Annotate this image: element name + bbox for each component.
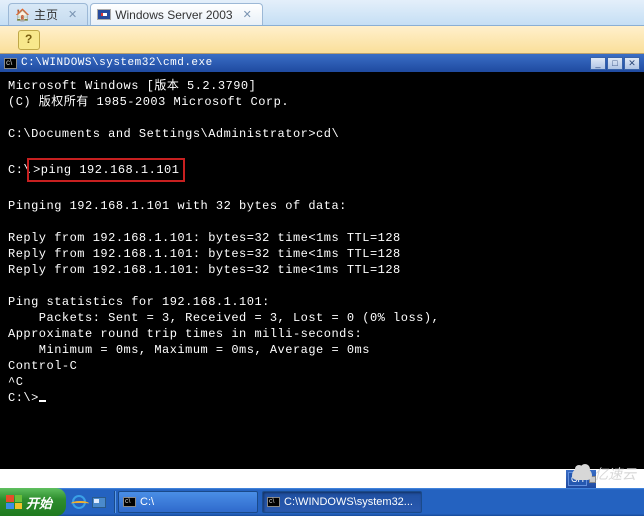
terminal-line: Pinging 192.168.1.101 with 32 bytes of d… (8, 199, 347, 213)
terminal-line: Reply from 192.168.1.101: bytes=32 time<… (8, 263, 401, 277)
help-toolbar (0, 26, 644, 54)
taskbar-separator (114, 491, 116, 513)
close-icon[interactable]: ✕ (243, 8, 252, 21)
windows-logo-icon (6, 495, 22, 509)
terminal-output[interactable]: Microsoft Windows [版本 5.2.3790] (C) 版权所有… (0, 72, 644, 469)
cmd-icon: c\ (123, 497, 136, 507)
cursor-icon (39, 400, 46, 402)
show-desktop-icon (92, 497, 106, 508)
taskbar-item-explorer[interactable]: c\ C:\ (118, 491, 258, 513)
terminal-line: Microsoft Windows [版本 5.2.3790] (8, 79, 256, 93)
watermark-text: 亿速云 (594, 464, 636, 484)
terminal-line: Reply from 192.168.1.101: bytes=32 time<… (8, 231, 401, 245)
window-controls: _ □ ✕ (590, 57, 640, 70)
cmd-title-bar: c\ C:\WINDOWS\system32\cmd.exe _ □ ✕ (0, 54, 644, 72)
start-button[interactable]: 开始 (0, 488, 66, 516)
terminal-prompt: C:\> (8, 391, 39, 405)
terminal-line: (C) 版权所有 1985-2003 Microsoft Corp. (8, 95, 289, 109)
help-icon[interactable] (18, 30, 40, 50)
taskbar-item-label: C:\WINDOWS\system32... (284, 496, 413, 508)
quick-launch (66, 493, 112, 511)
watermark: 亿速云 (572, 464, 636, 484)
taskbar-item-label: C:\ (140, 496, 154, 508)
terminal-line: Packets: Sent = 3, Received = 3, Lost = … (8, 311, 439, 325)
minimize-button[interactable]: _ (590, 57, 606, 70)
terminal-line: Ping statistics for 192.168.1.101: (8, 295, 270, 309)
quick-launch-ie[interactable] (70, 493, 88, 511)
tab-windows-server[interactable]: Windows Server 2003 ✕ (90, 3, 263, 25)
terminal-line: C:\Documents and Settings\Administrator>… (8, 127, 339, 141)
terminal-line: ^C (8, 375, 23, 389)
start-label: 开始 (26, 493, 52, 512)
annotation-highlight-box: >ping 192.168.1.101 (27, 158, 185, 182)
tab-label: 主页 (34, 6, 58, 23)
home-icon: 🏠 (15, 8, 30, 22)
terminal-line: Reply from 192.168.1.101: bytes=32 time<… (8, 247, 401, 261)
vm-tab-bar: 🏠 主页 ✕ Windows Server 2003 ✕ (0, 0, 644, 26)
maximize-button[interactable]: □ (607, 57, 623, 70)
quick-launch-desktop[interactable] (90, 493, 108, 511)
window-title: C:\WINDOWS\system32\cmd.exe (21, 57, 590, 69)
windows-flag-icon (97, 9, 111, 20)
terminal-line: Approximate round trip times in milli-se… (8, 327, 362, 341)
terminal-line: Minimum = 0ms, Maximum = 0ms, Average = … (8, 343, 370, 357)
cmd-icon: c\ (4, 58, 17, 69)
close-icon[interactable]: ✕ (68, 8, 77, 21)
taskbar-item-cmd[interactable]: c\ C:\WINDOWS\system32... (262, 491, 422, 513)
tab-home[interactable]: 🏠 主页 ✕ (8, 3, 88, 25)
taskbar: 开始 c\ C:\ c\ C:\WINDOWS\system32... (0, 488, 644, 516)
cloud-icon (572, 468, 592, 480)
tab-label: Windows Server 2003 (115, 8, 232, 22)
close-button[interactable]: ✕ (624, 57, 640, 70)
ie-icon (72, 495, 86, 509)
cmd-icon: c\ (267, 497, 280, 507)
terminal-line: Control-C (8, 359, 77, 373)
